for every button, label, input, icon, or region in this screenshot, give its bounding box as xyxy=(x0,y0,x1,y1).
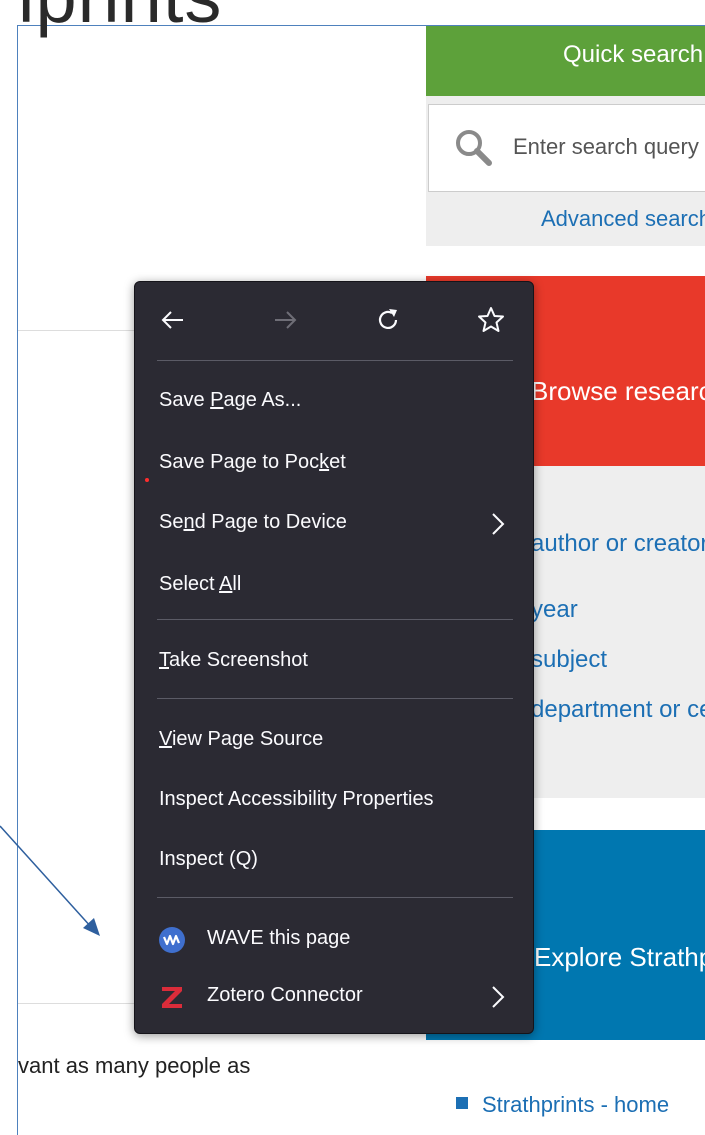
forward-button[interactable] xyxy=(265,300,305,340)
quick-search-title: Quick search xyxy=(563,41,704,68)
menu-separator xyxy=(157,360,513,361)
browse-by-year-link[interactable]: year xyxy=(531,596,578,624)
menu-item-view-page-source[interactable]: View Page Source xyxy=(135,716,533,766)
menu-item-label: Save Page As... xyxy=(159,389,302,411)
menu-item-label: WAVE this page xyxy=(207,927,351,949)
reload-icon xyxy=(378,309,398,329)
menu-item-label: Take Screenshot xyxy=(159,649,308,671)
menu-item-label: Send Page to Device xyxy=(159,511,347,533)
browse-research-title: Browse research xyxy=(531,376,705,406)
browse-by-author-link[interactable]: author or creator xyxy=(531,530,705,558)
menu-item-send-to-device[interactable]: Send Page to Device xyxy=(135,499,533,549)
search-icon xyxy=(456,130,492,166)
menu-item-label: View Page Source xyxy=(159,728,324,750)
reload-button[interactable] xyxy=(368,300,408,340)
menu-item-take-screenshot[interactable]: Take Screenshot xyxy=(135,637,533,687)
search-input[interactable] xyxy=(513,129,705,165)
menu-separator xyxy=(157,619,513,620)
chevron-right-icon xyxy=(492,513,505,535)
search-box[interactable] xyxy=(428,104,705,192)
explore-title: Explore Strathprints xyxy=(534,942,705,972)
browse-by-subject-link[interactable]: subject xyxy=(531,646,607,674)
bookmark-button[interactable] xyxy=(471,300,511,340)
menu-item-wave[interactable]: WAVE this page xyxy=(135,915,533,965)
back-button[interactable] xyxy=(153,300,193,340)
context-menu-nav xyxy=(135,282,533,360)
menu-item-save-page-as[interactable]: Save Page As... xyxy=(135,377,533,427)
menu-separator xyxy=(157,698,513,699)
menu-item-save-to-pocket[interactable]: Save Page to Pocket xyxy=(135,439,533,489)
search-panel: Advanced search xyxy=(426,96,705,246)
menu-item-label: Save Page to Pocket xyxy=(159,451,346,473)
body-text: vant as many people as xyxy=(18,1053,251,1078)
arrow-left-icon xyxy=(161,311,183,329)
zotero-icon xyxy=(162,987,182,1008)
star-icon xyxy=(478,307,504,332)
page: iprints vant as many people as Quick sea… xyxy=(0,0,705,1135)
menu-item-inspect[interactable]: Inspect (Q) xyxy=(135,836,533,886)
chevron-right-icon xyxy=(492,986,505,1008)
menu-item-label: Select All xyxy=(159,573,242,595)
page-title: iprints xyxy=(18,0,222,34)
cursor-dot xyxy=(145,478,149,482)
menu-item-label: Inspect (Q) xyxy=(159,848,258,870)
menu-item-label: Zotero Connector xyxy=(207,984,363,1006)
context-menu: Save Page As... Save Page to Pocket Send… xyxy=(134,281,534,1034)
menu-item-select-all[interactable]: Select All xyxy=(135,561,533,611)
list-item[interactable]: Strathprints - home xyxy=(456,1092,669,1118)
list-item-label: Strathprints - home xyxy=(482,1092,670,1117)
arrow-right-icon xyxy=(275,311,297,329)
menu-item-label: Inspect Accessibility Properties xyxy=(159,788,434,810)
menu-separator xyxy=(157,897,513,898)
quick-search-header: Quick search xyxy=(426,26,705,96)
browse-by-department-link[interactable]: department or centre xyxy=(531,696,705,724)
menu-item-zotero[interactable]: Zotero Connector xyxy=(135,972,533,1022)
advanced-search-link[interactable]: Advanced search xyxy=(541,206,705,232)
wave-icon xyxy=(159,927,185,953)
bullet-icon xyxy=(456,1097,468,1109)
menu-item-inspect-accessibility[interactable]: Inspect Accessibility Properties xyxy=(135,776,533,826)
